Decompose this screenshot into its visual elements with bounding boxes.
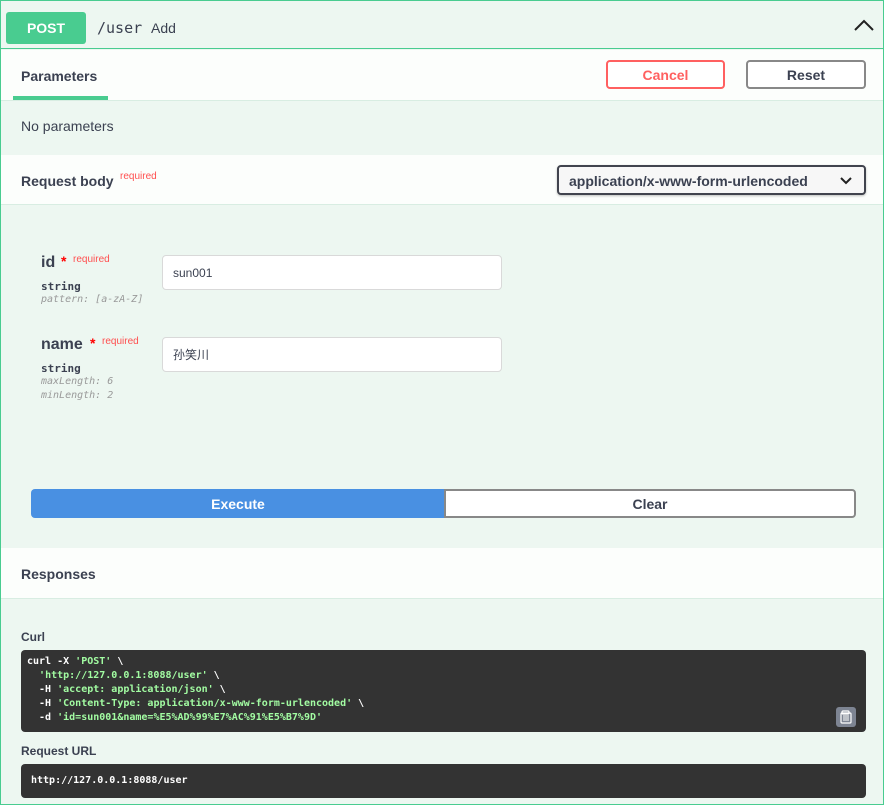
- content-type-value: application/x-www-form-urlencoded: [569, 173, 808, 189]
- curl-line: -H 'Content-Type: application/x-www-form…: [27, 698, 365, 709]
- reset-button[interactable]: Reset: [746, 60, 866, 89]
- field-name-type: string: [41, 362, 81, 375]
- field-id-type: string: [41, 280, 81, 293]
- content-type-select[interactable]: application/x-www-form-urlencoded: [557, 165, 866, 195]
- tab-parameters-label: Parameters: [21, 68, 98, 84]
- field-name-required-tag: required: [102, 336, 139, 347]
- field-name-maxlength: maxLength: 6: [41, 376, 114, 387]
- field-id-name: id: [41, 254, 56, 271]
- request-body-required-tag: required: [120, 171, 157, 182]
- field-name-minlength: minLength: 2: [41, 390, 114, 401]
- request-body-header: Request body required application/x-www-…: [1, 155, 883, 205]
- curl-line: -H 'accept: application/json' \: [27, 684, 226, 695]
- chevron-down-icon: [840, 177, 852, 185]
- responses-title: Responses: [21, 566, 96, 582]
- tab-parameters[interactable]: Parameters: [13, 50, 108, 100]
- curl-line: -d 'id=sun001&name=%E5%AD%99%E7%AC%91%E5…: [27, 712, 323, 723]
- field-id-required-tag: required: [73, 254, 110, 265]
- copy-to-clipboard-icon[interactable]: [836, 707, 856, 727]
- operation-block: POST /user Add Parameters Cancel Reset N…: [0, 0, 884, 805]
- no-parameters-text: No parameters: [21, 118, 114, 134]
- name-input[interactable]: 孙笑川: [162, 337, 502, 372]
- clear-button[interactable]: Clear: [444, 489, 856, 518]
- responses-header: Responses: [1, 548, 883, 599]
- operation-path: /user: [97, 19, 143, 37]
- field-name-required-star: *: [90, 335, 96, 351]
- curl-label: Curl: [21, 630, 45, 644]
- curl-line: 'http://127.0.0.1:8088/user' \: [39, 670, 220, 681]
- request-url-label: Request URL: [21, 744, 97, 758]
- parameters-header: Parameters Cancel Reset: [1, 50, 883, 101]
- field-id-pattern: pattern: [a-zA-Z]: [41, 294, 144, 305]
- chevron-up-icon[interactable]: [853, 17, 875, 33]
- id-input[interactable]: sun001: [162, 255, 502, 290]
- operation-summary[interactable]: POST /user Add: [1, 1, 883, 49]
- field-name-name: name: [41, 336, 83, 353]
- curl-code-block: curl -X 'POST' \ 'http://127.0.0.1:8088/…: [21, 650, 866, 732]
- request-url-value: http://127.0.0.1:8088/user: [31, 775, 188, 786]
- method-badge: POST: [6, 12, 86, 44]
- curl-line: curl -X 'POST' \: [27, 656, 124, 667]
- request-url-block: http://127.0.0.1:8088/user: [21, 764, 866, 798]
- cancel-button[interactable]: Cancel: [606, 60, 725, 89]
- field-id-required-star: *: [61, 253, 67, 269]
- operation-description: Add: [151, 20, 176, 36]
- request-body-title: Request body: [21, 173, 114, 189]
- execute-button[interactable]: Execute: [31, 489, 445, 518]
